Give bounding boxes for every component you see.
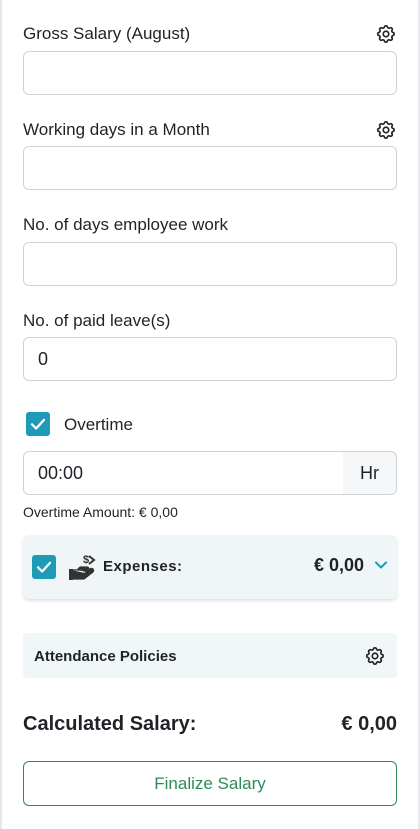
overtime-checkbox[interactable] [26,412,50,436]
working-days-settings-icon[interactable] [375,119,397,141]
paid-leave-label: No. of paid leave(s) [23,311,171,330]
frame-left-border [0,0,2,829]
expenses-checkbox[interactable] [32,555,56,579]
gross-salary-input[interactable] [23,51,397,95]
overtime-amount-text: Overtime Amount: € 0,00 [23,504,178,520]
gross-salary-label: Gross Salary (August) [23,24,191,43]
overtime-label: Overtime [64,415,133,434]
paid-leave-input[interactable]: 0 [23,337,397,381]
gross-salary-settings-icon[interactable] [375,23,397,45]
check-icon [36,561,52,573]
working-days-label: Working days in a Month [23,120,210,139]
calculated-salary-label: Calculated Salary: [23,713,197,735]
days-worked-input[interactable] [23,242,397,286]
calculated-salary-amount: € 0,00 [341,713,397,735]
expenses-hand-money-icon: $ [68,552,98,582]
days-worked-label: No. of days employee work [23,215,229,234]
working-days-input[interactable] [23,146,397,190]
attendance-policies-settings-icon[interactable] [364,645,386,667]
chevron-down-icon[interactable] [374,558,388,572]
expenses-label: Expenses: [103,558,183,575]
expenses-amount: € 0,00 [313,555,364,575]
attendance-policies-label: Attendance Policies [34,648,177,665]
overtime-hours-input[interactable]: 00:00 [23,451,344,495]
check-icon [30,418,46,430]
attendance-policies-panel[interactable]: Attendance Policies [23,633,397,678]
expenses-panel[interactable]: $ Expenses: € 0,00 [23,535,397,599]
finalize-salary-button[interactable]: Finalize Salary [23,761,397,806]
overtime-unit-addon: Hr [343,451,397,495]
svg-text:$: $ [83,554,89,566]
